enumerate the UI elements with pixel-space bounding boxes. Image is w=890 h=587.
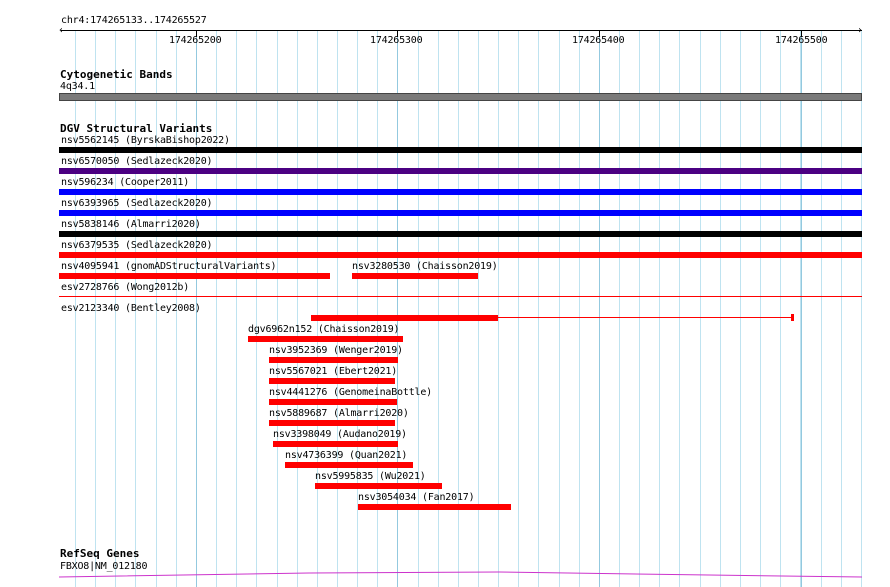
variant-label: nsv5567021 (Ebert2021) (269, 366, 398, 377)
variant-bar[interactable] (269, 378, 395, 384)
variant-bar[interactable] (248, 336, 403, 342)
grid-line (236, 30, 237, 587)
dgv-track-title[interactable]: DGV Structural Variants (60, 122, 212, 135)
variant-bar[interactable] (59, 189, 862, 195)
location-label: chr4:174265133..174265527 (61, 15, 207, 26)
variant-line[interactable] (59, 296, 862, 297)
grid-line (216, 30, 217, 587)
genome-browser-view[interactable]: chr4:174265133..174265527 ‹ › 174265200 … (0, 0, 890, 587)
variant-label: esv2123340 (Bentley2008) (61, 303, 201, 314)
variant-bar[interactable] (59, 147, 862, 153)
grid-line (659, 30, 660, 587)
variant-label: nsv5562145 (ByrskaBishop2022) (61, 135, 230, 146)
ruler-tick-label: 174265300 (370, 35, 423, 46)
grid-line-major (599, 30, 600, 587)
variant-label: nsv4441276 (GenomeinaBottle) (269, 387, 432, 398)
variant-bar[interactable] (273, 441, 398, 447)
variant-bar[interactable] (285, 462, 413, 468)
variant-bar[interactable] (352, 273, 478, 279)
variant-bar[interactable] (315, 483, 442, 489)
grid-line (337, 30, 338, 587)
variant-label: nsv6570050 (Sedlazeck2020) (61, 156, 213, 167)
grid-line-major (801, 30, 802, 587)
variant-label: nsv596234 (Cooper2011) (61, 177, 190, 188)
grid-line (821, 30, 822, 587)
grid-line (256, 30, 257, 587)
variant-label: esv2728766 (Wong2012b) (61, 282, 190, 293)
variant-bar[interactable] (59, 252, 862, 258)
grid-line (579, 30, 580, 587)
grid-line (780, 30, 781, 587)
grid-line (317, 30, 318, 587)
ruler-tick-label: 174265400 (572, 35, 625, 46)
variant-end-mark (791, 314, 794, 321)
ruler-tick-label: 174265200 (169, 35, 222, 46)
grid-line (760, 30, 761, 587)
grid-line (277, 30, 278, 587)
cytoband-bar[interactable] (59, 93, 862, 101)
grid-line (861, 30, 862, 587)
variant-label: nsv5889687 (Almarri2020) (269, 408, 409, 419)
variant-label: nsv5995835 (Wu2021) (315, 471, 426, 482)
variant-label: nsv6393965 (Sedlazeck2020) (61, 198, 213, 209)
cytoband-track-title[interactable]: Cytogenetic Bands (60, 68, 173, 81)
grid-line (559, 30, 560, 587)
variant-bar[interactable] (269, 420, 395, 426)
grid-line (841, 30, 842, 587)
gene-model[interactable] (59, 568, 862, 580)
ruler-right-arrow[interactable]: › (857, 26, 863, 36)
variant-label: nsv3398049 (Audano2019) (273, 429, 407, 440)
grid-line (720, 30, 721, 587)
variant-bar[interactable] (59, 273, 330, 279)
variant-label: dgv6962n152 (Chaisson2019) (248, 324, 400, 335)
variant-label: nsv3280530 (Chaisson2019) (352, 261, 498, 272)
ruler-left-arrow[interactable]: ‹ (58, 26, 64, 36)
grid-line (740, 30, 741, 587)
variant-bar[interactable] (59, 231, 862, 237)
grid-line (538, 30, 539, 587)
cytoband-label: 4q34.1 (60, 81, 95, 92)
variant-bar[interactable] (311, 315, 498, 321)
variant-label: nsv4736399 (Quan2021) (285, 450, 408, 461)
variant-label: nsv5838146 (Almarri2020) (61, 219, 201, 230)
ruler-tick-label: 174265500 (775, 35, 828, 46)
variant-label: nsv4095941 (gnomADStructuralVariants) (61, 261, 277, 272)
ruler-line (61, 30, 862, 31)
variant-bar[interactable] (59, 210, 862, 216)
variant-bar[interactable] (358, 504, 511, 510)
variant-bar[interactable] (59, 168, 862, 174)
variant-bar[interactable] (269, 357, 398, 363)
grid-line (619, 30, 620, 587)
variant-label: nsv6379535 (Sedlazeck2020) (61, 240, 213, 251)
variant-label: nsv3054034 (Fan2017) (358, 492, 475, 503)
gene-intron-line (59, 571, 862, 578)
variant-bar[interactable] (269, 399, 397, 405)
grid-line (679, 30, 680, 587)
grid-line (700, 30, 701, 587)
variant-label: nsv3952369 (Wenger2019) (269, 345, 403, 356)
grid-line (639, 30, 640, 587)
grid-line (297, 30, 298, 587)
refseq-track-title[interactable]: RefSeq Genes (60, 547, 139, 560)
grid-line (518, 30, 519, 587)
